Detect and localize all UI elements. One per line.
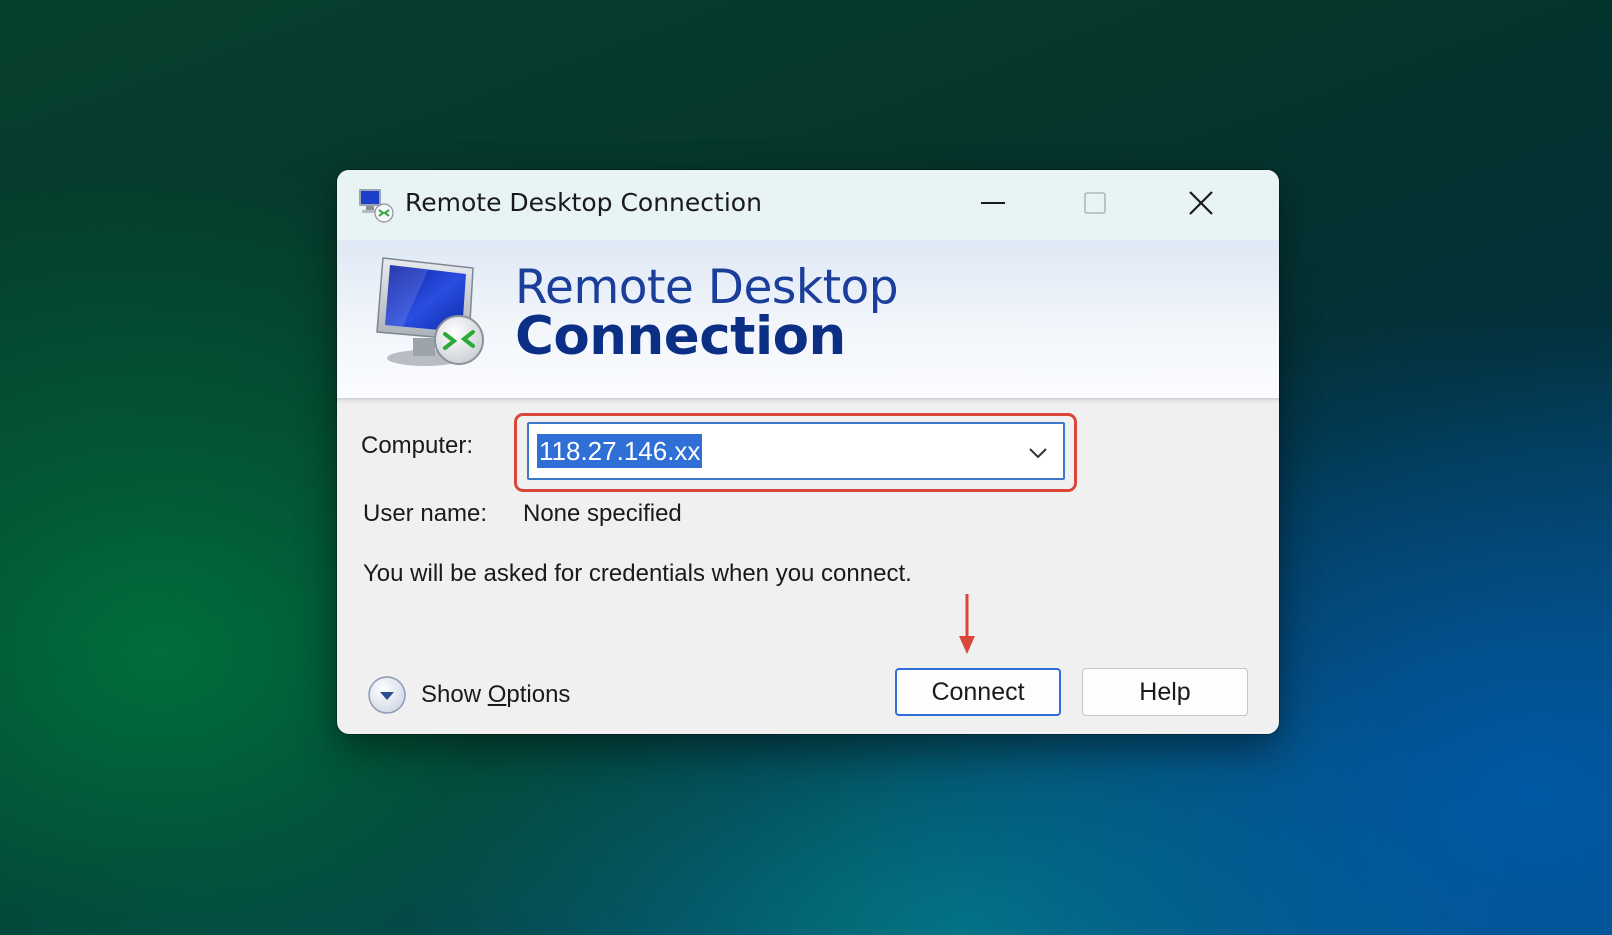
- close-button[interactable]: [1155, 170, 1247, 236]
- computer-input-value[interactable]: 118.27.146.xx: [537, 434, 703, 468]
- red-arrow-down-icon: [959, 594, 975, 654]
- banner-divider: [337, 398, 1279, 404]
- expand-circle-icon[interactable]: [367, 675, 407, 715]
- show-options-label[interactable]: Show Options: [421, 681, 570, 709]
- show-options-label-suffix: ptions: [506, 681, 571, 708]
- connect-button[interactable]: Connect: [895, 668, 1061, 716]
- title-bar[interactable]: Remote Desktop Connection: [337, 170, 1279, 240]
- remote-desktop-app-icon: [359, 189, 394, 223]
- show-options-label-accesskey: O: [487, 681, 507, 708]
- username-label: User name:: [363, 500, 488, 527]
- help-button[interactable]: Help: [1082, 668, 1248, 716]
- username-value: None specified: [523, 500, 682, 527]
- banner-title-line2: Connection: [515, 306, 846, 367]
- remote-desktop-dialog: Remote Desktop Connection Remote Desktop…: [337, 170, 1279, 734]
- maximize-button[interactable]: [1049, 170, 1141, 236]
- computer-combobox[interactable]: 118.27.146.xx: [527, 422, 1065, 480]
- minimize-button[interactable]: [947, 170, 1039, 236]
- maximize-icon: [1084, 192, 1106, 214]
- computer-label: Computer:: [361, 432, 474, 459]
- minimize-icon: [981, 202, 1005, 204]
- show-options-toggle[interactable]: Show Options: [367, 673, 570, 717]
- window-title: Remote Desktop Connection: [405, 188, 762, 217]
- chevron-down-icon[interactable]: [1027, 442, 1049, 464]
- remote-desktop-monitor-icon: [376, 257, 484, 366]
- show-options-label-prefix: Show: [421, 681, 488, 708]
- close-icon: [1189, 191, 1213, 215]
- credentials-info-text: You will be asked for credentials when y…: [363, 560, 912, 587]
